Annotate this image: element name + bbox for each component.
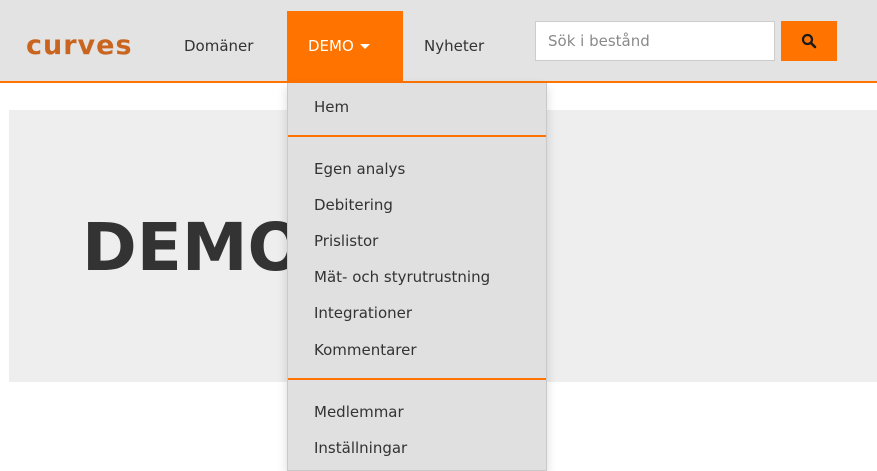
caret-down-icon bbox=[359, 44, 370, 49]
nav-item-domaner[interactable]: Domäner bbox=[163, 11, 274, 81]
menu-item-integrationer[interactable]: Integrationer bbox=[288, 302, 546, 324]
brand-logo[interactable]: curves bbox=[26, 28, 133, 64]
nav-item-nyheter-label: Nyheter bbox=[424, 37, 485, 55]
menu-item-debitering[interactable]: Debitering bbox=[288, 194, 546, 216]
demo-dropdown-menu: Hem Egen analys Debitering Prislistor Mä… bbox=[287, 83, 547, 471]
menu-item-hem[interactable]: Hem bbox=[288, 96, 546, 118]
top-navbar: curves Domäner DEMO Nyheter bbox=[0, 0, 877, 83]
menu-item-mat-och-styrutrustning[interactable]: Mät- och styrutrustning bbox=[288, 266, 546, 288]
menu-item-egen-analys[interactable]: Egen analys bbox=[288, 158, 546, 180]
search-button[interactable] bbox=[781, 21, 837, 61]
menu-divider bbox=[288, 135, 546, 137]
menu-item-kommentarer[interactable]: Kommentarer bbox=[288, 339, 546, 361]
nav-item-demo[interactable]: DEMO bbox=[287, 11, 403, 81]
menu-divider bbox=[288, 378, 546, 380]
menu-item-installningar[interactable]: Inställningar bbox=[288, 437, 546, 459]
menu-item-prislistor[interactable]: Prislistor bbox=[288, 230, 546, 252]
menu-item-medlemmar[interactable]: Medlemmar bbox=[288, 401, 546, 423]
search-input[interactable] bbox=[535, 21, 775, 61]
search-icon bbox=[801, 33, 817, 49]
nav-item-demo-label: DEMO bbox=[308, 37, 354, 55]
nav-item-nyheter[interactable]: Nyheter bbox=[403, 11, 505, 81]
nav-item-domaner-label: Domäner bbox=[184, 37, 254, 55]
page-title: DEMO bbox=[82, 209, 304, 286]
